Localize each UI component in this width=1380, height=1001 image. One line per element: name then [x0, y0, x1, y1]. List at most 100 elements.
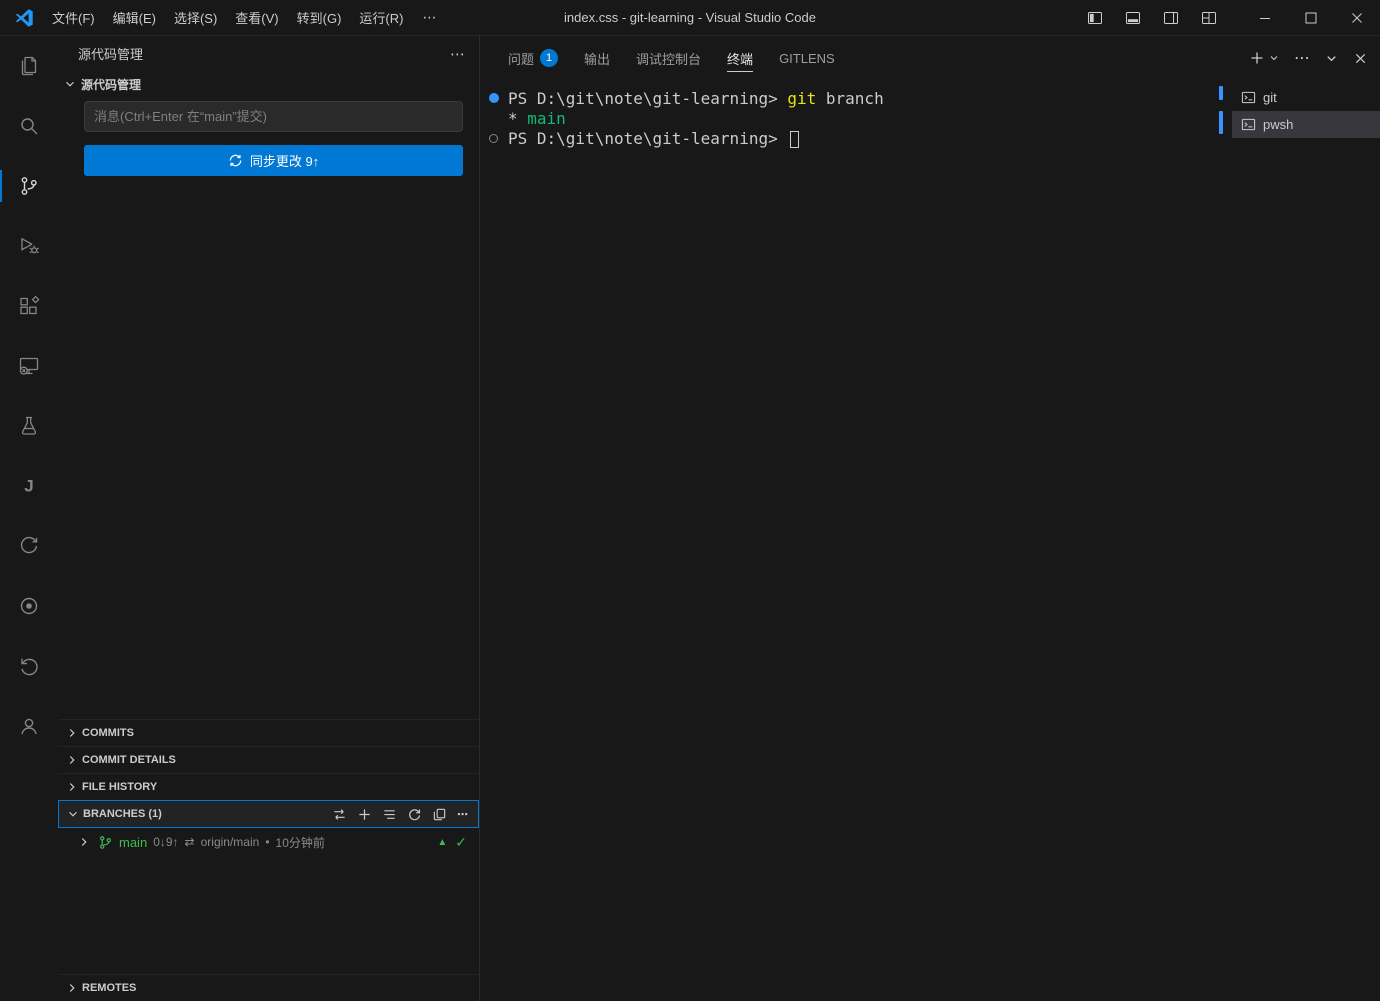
extension-b-icon[interactable] [0, 576, 58, 636]
remote-explorer-icon[interactable] [0, 336, 58, 396]
menu-go[interactable]: 转到(G) [288, 0, 351, 35]
commits-section-label: COMMITS [82, 727, 134, 739]
vscode-window: 文件(F) 编辑(E) 选择(S) 查看(V) 转到(G) 运行(R) ⋯ in… [0, 0, 1380, 1001]
tab-terminal[interactable]: 终端 [727, 36, 753, 80]
chevron-right-icon [64, 752, 80, 768]
source-control-sidebar: 源代码管理 ⋯ 源代码管理 同步更改 9↑ [58, 36, 480, 1001]
window-title: index.css - git-learning - Visual Studio… [564, 10, 816, 25]
panel-more-actions-icon[interactable]: ⋯ [1294, 48, 1310, 68]
sync-changes-button[interactable]: 同步更改 9↑ [84, 145, 463, 176]
branches-section-header[interactable]: BRANCHES (1) [58, 800, 479, 828]
menu-bar: 文件(F) 编辑(E) 选择(S) 查看(V) 转到(G) 运行(R) ⋯ [0, 0, 446, 35]
chevron-down-icon [62, 76, 78, 92]
extension-a-icon[interactable] [0, 516, 58, 576]
panel-tabs: 问题 1 输出 调试控制台 终端 GITLENS [508, 36, 835, 80]
command-decoration-success-icon[interactable] [489, 93, 499, 103]
panel-chevron-down-icon[interactable] [1324, 51, 1339, 66]
terminal-line: PS D:\git\note\git-learning> [480, 128, 1232, 148]
window-controls [1076, 0, 1380, 35]
sync-button-label: 同步更改 9↑ [250, 151, 319, 170]
branch-separator: • [265, 835, 269, 849]
terminal-line: * main [480, 108, 1232, 128]
bottom-panel: 问题 1 输出 调试控制台 终端 GITLENS [480, 36, 1380, 1001]
svg-text:J: J [24, 477, 33, 496]
activity-bar: J [0, 36, 58, 1001]
branch-upstream: origin/main [201, 835, 260, 849]
run-and-debug-icon[interactable] [0, 216, 58, 276]
menu-run[interactable]: 运行(R) [350, 0, 412, 35]
branch-last-commit-time: 10分钟前 [276, 834, 325, 851]
source-control-icon[interactable] [0, 156, 58, 216]
branch-sync-icon: ⇄ [185, 835, 195, 849]
minimize-button[interactable] [1242, 0, 1288, 35]
scm-section-header[interactable]: 源代码管理 [58, 71, 479, 97]
maximize-button[interactable] [1288, 0, 1334, 35]
menu-file[interactable]: 文件(F) [43, 0, 104, 35]
branch-ahead-behind: 0↓9↑ [153, 835, 178, 849]
scm-body: 同步更改 9↑ [58, 97, 479, 186]
tab-problems-label: 问题 [508, 49, 534, 68]
terminal-output[interactable]: PS D:\git\note\git-learning> git branch … [480, 80, 1232, 1001]
tab-gitlens[interactable]: GITLENS [779, 36, 835, 80]
add-branch-icon[interactable] [357, 807, 372, 822]
terminal-output-prefix: * [508, 109, 527, 128]
extensions-icon[interactable] [0, 276, 58, 336]
more-actions-icon[interactable]: ⋯ [457, 808, 468, 821]
terminal-list-item-git[interactable]: git [1232, 84, 1380, 111]
explorer-icon[interactable] [0, 36, 58, 96]
branches-section-label: BRANCHES (1) [83, 808, 162, 820]
extension-c-icon[interactable] [0, 636, 58, 696]
remotes-section-header[interactable]: REMOTES [58, 974, 479, 1001]
search-icon[interactable] [0, 96, 58, 156]
branch-row-main[interactable]: main 0↓9↑ ⇄ origin/main • 10分钟前 ▲ ✓ [58, 828, 479, 856]
branches-actions: ⋯ [332, 807, 472, 822]
branch-name: main [119, 835, 147, 850]
terminal-cursor [790, 131, 799, 148]
toggle-panel-button[interactable] [1114, 0, 1152, 35]
menu-selection[interactable]: 选择(S) [165, 0, 226, 35]
tab-output[interactable]: 输出 [584, 36, 610, 80]
tab-debug-console-label: 调试控制台 [636, 49, 701, 68]
chevron-right-icon [64, 779, 80, 795]
sidebar-view-title: 源代码管理 [78, 44, 143, 63]
terminal-list-item-pwsh[interactable]: pwsh [1232, 111, 1380, 138]
tab-problems[interactable]: 问题 1 [508, 36, 558, 80]
file-history-section-header[interactable]: FILE HISTORY [58, 773, 479, 800]
menu-more-button[interactable]: ⋯ [412, 9, 446, 26]
sidebar-title-row: 源代码管理 ⋯ [58, 36, 479, 71]
commits-section-header[interactable]: COMMITS [58, 719, 479, 746]
new-terminal-icon[interactable] [1249, 50, 1265, 66]
jupyter-icon[interactable]: J [0, 456, 58, 516]
file-history-section-label: FILE HISTORY [82, 781, 157, 793]
chevron-down-icon [65, 806, 81, 822]
menu-view[interactable]: 查看(V) [226, 0, 287, 35]
branch-ahead-icon: ▲ [437, 837, 447, 848]
commit-message-input[interactable] [84, 101, 463, 132]
toggle-secondary-sidebar-button[interactable] [1152, 0, 1190, 35]
chevron-right-icon [64, 725, 80, 741]
commit-details-section-header[interactable]: COMMIT DETAILS [58, 746, 479, 773]
refresh-icon[interactable] [407, 807, 422, 822]
testing-icon[interactable] [0, 396, 58, 456]
panel-close-icon[interactable] [1353, 51, 1368, 66]
toggle-primary-sidebar-button[interactable] [1076, 0, 1114, 35]
command-decoration-pending-icon[interactable] [489, 134, 498, 143]
close-button[interactable] [1334, 0, 1380, 35]
terminal-command-args: branch [816, 89, 883, 108]
chevron-right-icon [64, 980, 80, 996]
overview-ruler-decoration [1219, 111, 1223, 134]
vscode-logo-icon [13, 7, 35, 29]
account-icon[interactable] [0, 696, 58, 756]
branch-check-icon: ✓ [455, 834, 467, 851]
customize-layout-button[interactable] [1190, 0, 1228, 35]
sidebar-more-button[interactable]: ⋯ [450, 45, 465, 63]
problems-badge: 1 [540, 49, 558, 67]
terminal-profile-chevron-icon[interactable] [1268, 52, 1280, 64]
view-as-list-icon[interactable] [382, 807, 397, 822]
tab-debug-console[interactable]: 调试控制台 [636, 36, 701, 80]
copy-icon[interactable] [432, 807, 447, 822]
menu-edit[interactable]: 编辑(E) [104, 0, 165, 35]
terminal-line: PS D:\git\note\git-learning> git branch [480, 88, 1232, 108]
switch-branch-icon[interactable] [332, 807, 347, 822]
terminal-icon [1241, 117, 1256, 132]
